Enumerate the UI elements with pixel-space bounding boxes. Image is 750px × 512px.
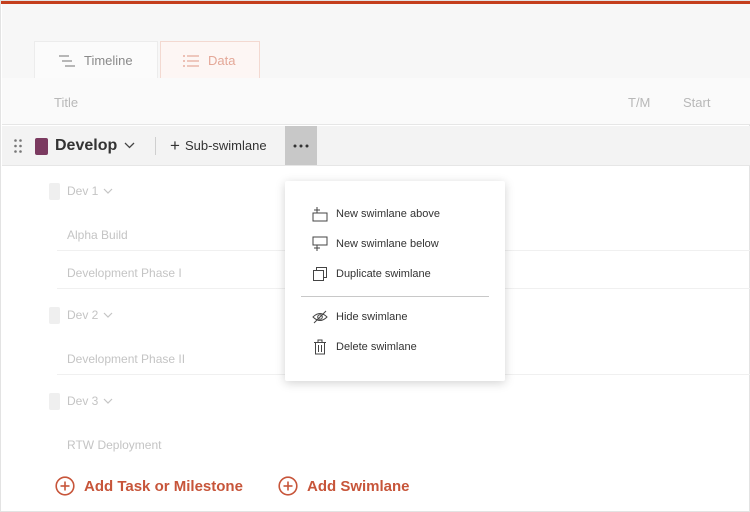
- swimlane-color-swatch[interactable]: [35, 138, 48, 155]
- task-row[interactable]: RTW Deployment: [67, 438, 161, 452]
- menu-item-label: Duplicate swimlane: [336, 268, 431, 280]
- column-header-row: Title T/M Start: [2, 78, 750, 125]
- column-start[interactable]: Start: [683, 95, 710, 110]
- menu-item-label: Delete swimlane: [336, 341, 417, 353]
- timeline-icon: [59, 54, 75, 67]
- group-dev-3[interactable]: Dev 3: [49, 392, 113, 410]
- group-dev-1[interactable]: Dev 1: [49, 182, 113, 200]
- ellipsis-icon: [293, 144, 309, 147]
- duplicate-icon: [312, 266, 328, 282]
- tab-data[interactable]: Data: [160, 41, 260, 79]
- chevron-down-icon[interactable]: [103, 188, 113, 194]
- trash-icon: [312, 339, 328, 355]
- group-dev-2[interactable]: Dev 2: [49, 306, 113, 324]
- chevron-down-icon[interactable]: [103, 312, 113, 318]
- add-sub-swimlane-button[interactable]: + Sub-swimlane: [170, 135, 267, 155]
- divider: [155, 137, 156, 155]
- menu-item-hide-swimlane[interactable]: Hide swimlane: [285, 305, 505, 331]
- menu-item-new-swimlane-above[interactable]: New swimlane above: [285, 202, 505, 228]
- list-icon: [183, 54, 199, 67]
- sub-swimlane-label: Sub-swimlane: [184, 138, 267, 153]
- chevron-down-icon[interactable]: [124, 142, 135, 149]
- menu-item-duplicate-swimlane[interactable]: Duplicate swimlane: [285, 262, 505, 288]
- add-swimlane-button[interactable]: Add Swimlane: [278, 475, 410, 497]
- add-task-or-milestone-button[interactable]: Add Task or Milestone: [55, 475, 243, 497]
- group-label: Dev 1: [67, 184, 99, 198]
- column-title[interactable]: Title: [54, 95, 78, 110]
- menu-item-label: New swimlane above: [336, 208, 440, 220]
- plus-icon: +: [170, 135, 180, 155]
- swimlane-header: Develop + Sub-swimlane: [2, 126, 750, 166]
- tab-timeline-label: Timeline: [84, 53, 133, 68]
- menu-item-label: Hide swimlane: [336, 311, 408, 323]
- tab-timeline[interactable]: Timeline: [34, 41, 158, 79]
- group-checkbox[interactable]: [49, 392, 60, 410]
- group-checkbox[interactable]: [49, 182, 60, 200]
- group-label: Dev 3: [67, 394, 99, 408]
- group-checkbox[interactable]: [49, 306, 60, 324]
- add-swimlane-label: Add Swimlane: [307, 477, 410, 495]
- group-label: Dev 2: [67, 308, 99, 322]
- add-task-label: Add Task or Milestone: [84, 477, 243, 495]
- task-row[interactable]: Alpha Build: [67, 228, 128, 242]
- plus-circle-icon: [278, 476, 298, 496]
- column-tm[interactable]: T/M: [628, 95, 650, 110]
- task-row[interactable]: Development Phase I: [67, 266, 182, 280]
- menu-item-delete-swimlane[interactable]: Delete swimlane: [285, 335, 505, 361]
- plus-circle-icon: [55, 476, 75, 496]
- task-row[interactable]: Development Phase II: [67, 352, 185, 366]
- menu-item-label: New swimlane below: [336, 238, 439, 250]
- insert-below-icon: [312, 236, 328, 252]
- menu-separator: [301, 296, 489, 297]
- app-window: Timeline Data Title T/M Start Develop + …: [0, 0, 750, 512]
- insert-above-icon: [312, 206, 328, 222]
- eye-hidden-icon: [312, 309, 328, 325]
- view-tabs: Timeline Data: [2, 4, 750, 79]
- drag-handle-icon[interactable]: [14, 139, 22, 153]
- menu-item-new-swimlane-below[interactable]: New swimlane below: [285, 232, 505, 258]
- swimlane-context-menu: New swimlane above New swimlane below Du…: [285, 181, 505, 381]
- swimlane-title[interactable]: Develop: [55, 137, 117, 155]
- more-options-button[interactable]: [285, 126, 317, 165]
- chevron-down-icon[interactable]: [103, 398, 113, 404]
- tab-data-label: Data: [208, 53, 236, 68]
